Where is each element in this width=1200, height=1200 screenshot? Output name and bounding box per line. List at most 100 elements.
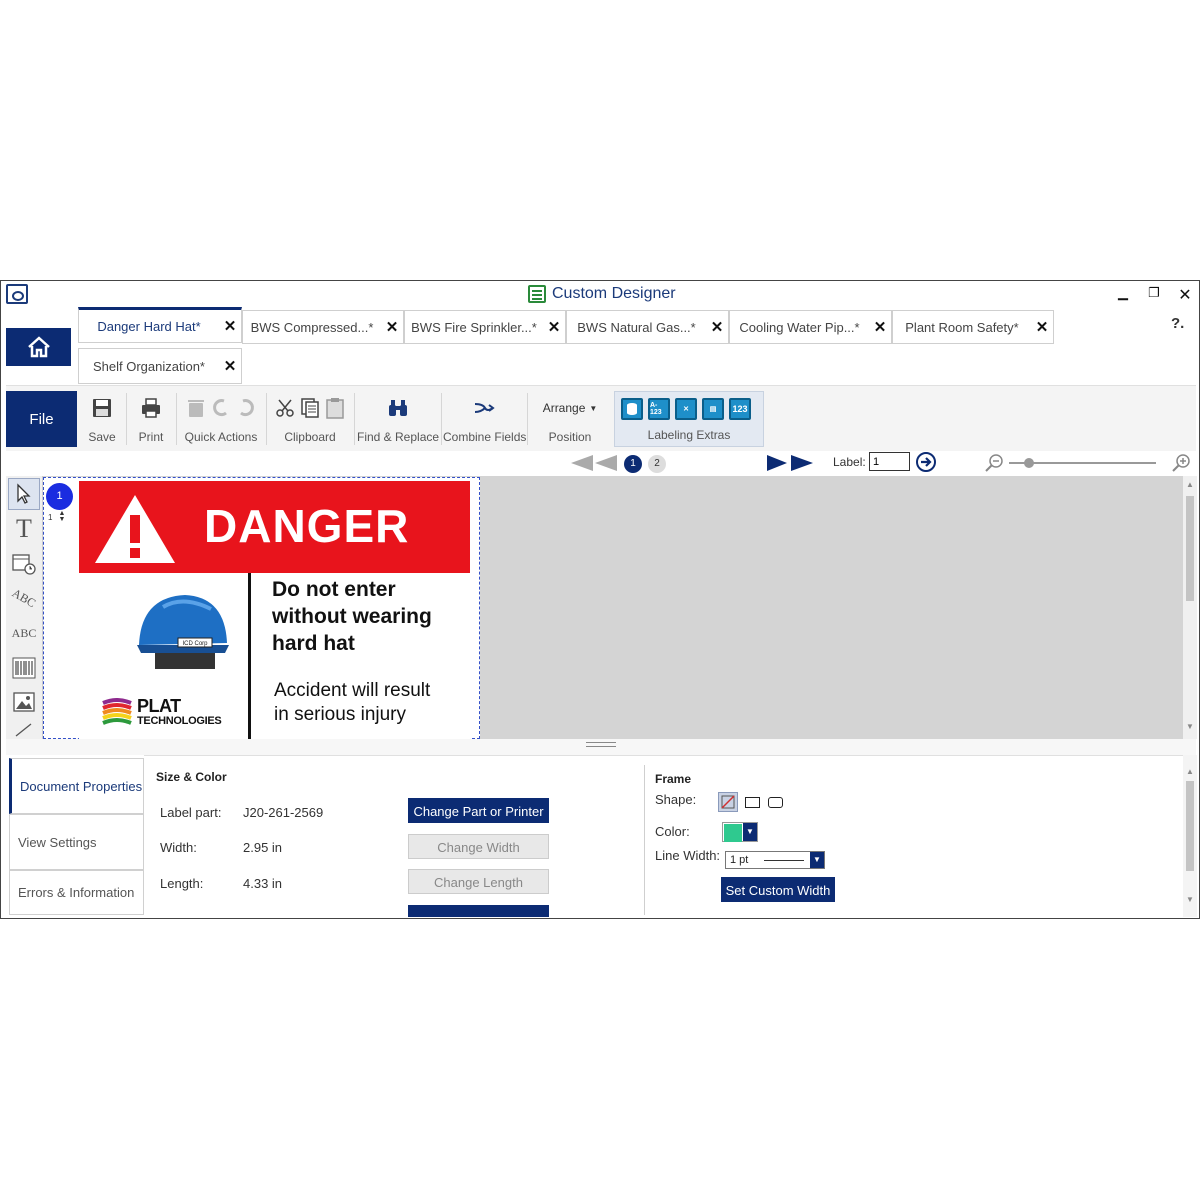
tab-danger-hard-hat[interactable]: Danger Hard Hat* ✕ <box>78 307 242 343</box>
hard-hat-image: ICD Corp <box>137 595 229 669</box>
row-stepper-icon[interactable]: ▲ ▼ <box>58 510 65 523</box>
date-tool-icon[interactable] <box>8 548 40 580</box>
copy-icon[interactable] <box>299 397 321 419</box>
tab-close-icon[interactable]: ✕ <box>706 318 728 336</box>
ribbon-divider <box>354 393 355 445</box>
sign-message-normal: Accident will result in serious injury <box>274 679 464 727</box>
paste-icon[interactable] <box>324 397 346 419</box>
tab-close-icon[interactable]: ✕ <box>381 318 403 336</box>
scroll-thumb[interactable] <box>1186 496 1194 601</box>
splitter-grip-icon[interactable] <box>586 742 616 747</box>
database-icon[interactable] <box>621 398 643 420</box>
tab-errors-information[interactable]: Errors & Information <box>9 870 144 915</box>
quick-actions-group[interactable]: Quick Actions <box>179 391 263 447</box>
home-button[interactable] <box>6 328 71 366</box>
color-picker[interactable]: ▼ <box>722 822 758 842</box>
text-tool-icon[interactable]: T <box>8 513 40 545</box>
plat-logo-icon <box>102 698 132 725</box>
ribbon-divider <box>527 393 528 445</box>
width-value: 2.95 in <box>243 840 283 855</box>
image-tool-icon[interactable] <box>8 686 40 718</box>
zoom-out-icon[interactable] <box>983 452 1005 474</box>
tab-close-icon[interactable]: ✕ <box>219 357 241 375</box>
combine-fields-label: Combine Fields <box>443 430 527 444</box>
minimize-icon[interactable]: ▁ <box>1112 285 1134 305</box>
tab-document-properties[interactable]: Document Properties <box>9 758 144 814</box>
scroll-thumb[interactable] <box>1186 781 1194 871</box>
tab-plant-room-safety[interactable]: Plant Room Safety* ✕ <box>892 310 1054 344</box>
scroll-down-icon[interactable]: ▼ <box>1186 895 1194 904</box>
delete-icon[interactable] <box>185 397 207 419</box>
file-button[interactable]: File <box>6 391 77 447</box>
tab-close-icon[interactable]: ✕ <box>219 317 241 335</box>
line-width-select[interactable]: 1 pt ▼ <box>725 851 825 869</box>
arrange-dropdown[interactable]: Arrange ▼ <box>543 401 598 415</box>
tab-view-settings[interactable]: View Settings <box>9 814 144 870</box>
serial-number-icon[interactable]: A-123 <box>648 398 670 420</box>
page-1-button[interactable]: 1 <box>624 455 642 473</box>
change-part-button[interactable]: Change Part or Printer <box>408 798 549 823</box>
combine-fields-button[interactable]: Combine Fields <box>443 391 527 447</box>
close-window-icon[interactable]: ✕ <box>1174 285 1196 305</box>
print-button[interactable]: Print <box>129 391 173 447</box>
page-2-button[interactable]: 2 <box>648 455 666 473</box>
next-page-icon[interactable] <box>765 454 815 472</box>
color-swatch <box>724 824 742 842</box>
undo-icon[interactable] <box>210 397 232 419</box>
find-replace-button[interactable]: Find & Replace <box>357 391 439 447</box>
sequence-icon[interactable]: ▤ <box>702 398 724 420</box>
go-to-label-icon[interactable] <box>915 451 937 473</box>
labeling-extras-group: A-123 ✕ ▤ 123 Labeling Extras <box>614 391 764 447</box>
abc-tool-icon[interactable]: ABC <box>8 617 40 649</box>
scroll-down-icon[interactable]: ▼ <box>1186 722 1194 731</box>
tab-close-icon[interactable]: ✕ <box>1031 318 1053 336</box>
zoom-slider-thumb[interactable] <box>1024 458 1034 468</box>
zoom-slider[interactable] <box>1009 458 1156 468</box>
label-number-input[interactable] <box>869 452 910 471</box>
tab-bws-natural-gas[interactable]: BWS Natural Gas...* ✕ <box>566 310 729 344</box>
set-custom-width-button[interactable]: Set Custom Width <box>721 877 835 902</box>
danger-sign[interactable]: DANGER ICD Corp PLAT TECHNOLOGIES Do not… <box>79 481 470 739</box>
panel-scrollbar[interactable]: ▲ ▼ <box>1183 755 1197 917</box>
tab-cooling-water[interactable]: Cooling Water Pip...* ✕ <box>729 310 892 344</box>
curved-text-tool-icon[interactable]: ABC <box>2 576 46 620</box>
sign-line: in serious injury <box>274 704 406 725</box>
tab-close-icon[interactable]: ✕ <box>543 318 565 336</box>
width-label: Width: <box>160 840 197 855</box>
zoom-in-icon[interactable] <box>1170 452 1192 474</box>
help-button[interactable]: ?. <box>1171 315 1184 332</box>
shape-rounded-icon[interactable] <box>768 797 783 808</box>
redo-icon[interactable] <box>235 397 257 419</box>
partial-hidden-button[interactable] <box>408 905 549 917</box>
excel-import-icon[interactable]: ✕ <box>675 398 697 420</box>
change-width-button[interactable]: Change Width <box>408 834 549 859</box>
first-page-icon[interactable] <box>569 454 619 472</box>
select-tool-icon[interactable] <box>8 478 40 510</box>
canvas-scrollbar[interactable]: ▲ ▼ <box>1183 476 1197 739</box>
tab-shelf-organization[interactable]: Shelf Organization* ✕ <box>78 348 242 384</box>
position-group[interactable]: Arrange ▼ Position <box>530 391 610 447</box>
change-length-button[interactable]: Change Length <box>408 869 549 894</box>
ribbon-divider <box>441 393 442 445</box>
shape-rectangle-icon[interactable] <box>745 797 760 808</box>
properties-panel: Size & Color Label part: J20-261-2569 Wi… <box>144 755 1184 917</box>
scroll-up-icon[interactable]: ▲ <box>1186 767 1194 776</box>
cut-icon[interactable] <box>274 397 296 419</box>
tab-bws-fire-sprinkler[interactable]: BWS Fire Sprinkler...* ✕ <box>404 310 566 344</box>
scroll-up-icon[interactable]: ▲ <box>1186 480 1194 489</box>
panel-splitter[interactable] <box>6 739 1196 755</box>
barcode-tool-icon[interactable] <box>8 652 40 684</box>
shape-tool-icon[interactable] <box>8 720 40 738</box>
clipboard-group[interactable]: Clipboard <box>269 391 351 447</box>
shape-none-icon[interactable] <box>718 792 738 812</box>
color-label: Color: <box>655 824 690 839</box>
window-title: Custom Designer <box>552 285 676 302</box>
tab-bws-compressed[interactable]: BWS Compressed...* ✕ <box>242 310 404 344</box>
save-button[interactable]: Save <box>81 391 123 447</box>
tab-close-icon[interactable]: ✕ <box>869 318 891 336</box>
combine-icon <box>474 403 495 413</box>
numbering-icon[interactable]: 123 <box>729 398 751 420</box>
restore-icon[interactable]: ❐ <box>1143 285 1165 305</box>
title-bar: Custom Designer ▁ ❐ ✕ <box>1 281 1199 309</box>
sign-message-bold: Do not enter without wearing hard hat <box>272 576 462 657</box>
